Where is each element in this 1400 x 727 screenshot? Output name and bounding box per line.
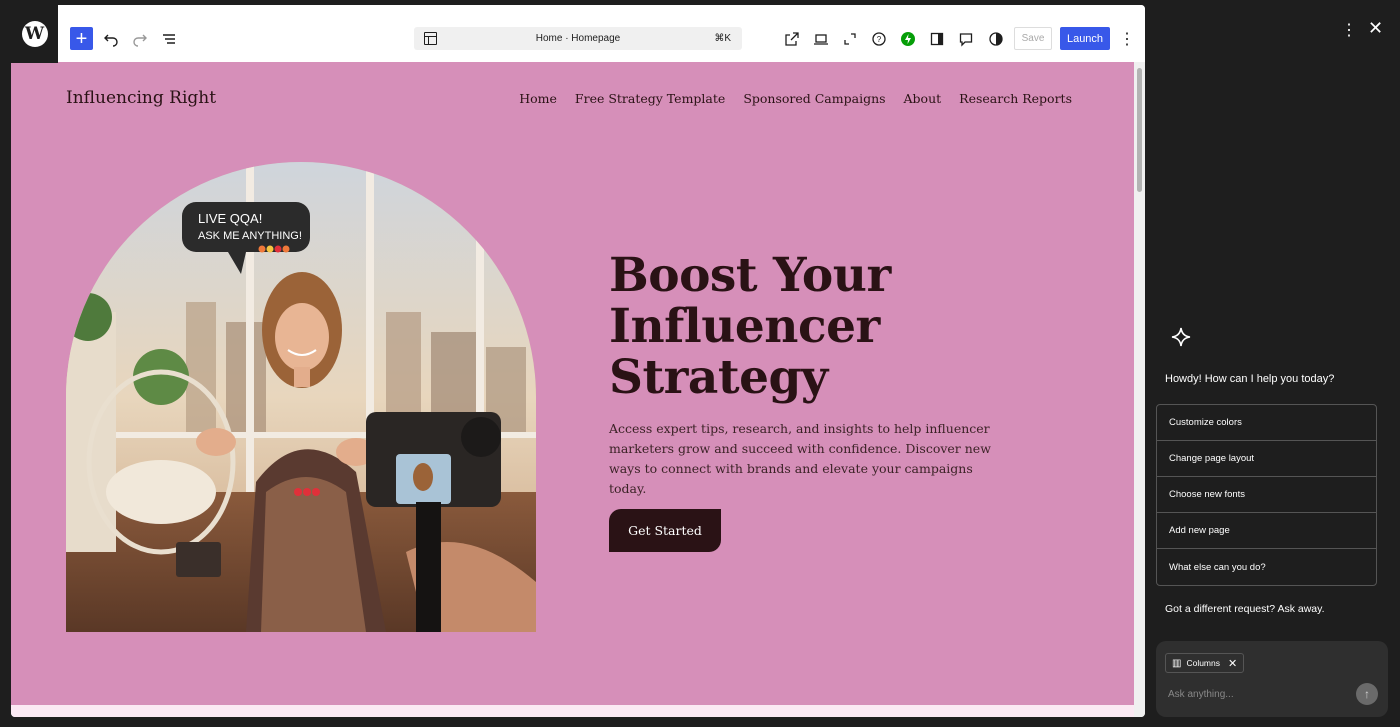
close-icon[interactable]: ✕ xyxy=(1368,18,1383,39)
ask-input[interactable]: Ask anything... xyxy=(1168,689,1234,700)
suggestion-choose-new-fonts[interactable]: Choose new fonts xyxy=(1157,477,1376,513)
fullscreen-icon[interactable] xyxy=(838,27,862,51)
view-external-icon[interactable] xyxy=(780,27,804,51)
jetpack-icon[interactable] xyxy=(896,27,920,51)
canvas-scrollbar[interactable] xyxy=(1134,62,1145,717)
panel-options-icon[interactable]: ⋮ xyxy=(1341,20,1357,40)
sparkle-icon xyxy=(1170,326,1192,354)
suggestion-add-new-page[interactable]: Add new page xyxy=(1157,513,1376,549)
chip-label: Columns xyxy=(1186,658,1220,668)
nav-item-about[interactable]: About xyxy=(904,91,942,106)
document-overview-icon[interactable] xyxy=(157,27,181,51)
wordpress-logo-button[interactable]: W xyxy=(11,5,58,63)
settings-sidebar-icon[interactable] xyxy=(925,27,949,51)
save-button[interactable]: Save xyxy=(1014,27,1052,50)
suggestion-list: Customize colors Change page layout Choo… xyxy=(1156,404,1377,586)
nav-item-home[interactable]: Home xyxy=(519,91,557,106)
context-chip[interactable]: ▥ Columns ✕ xyxy=(1165,653,1245,673)
headline-line-3: Strategy xyxy=(609,350,828,405)
editor-toolbar: + Home · Homepage ⌘K ? Save Launch ⋮ xyxy=(11,5,1145,63)
bubble-text-line2: ASK ME ANYTHING! xyxy=(198,230,302,242)
get-started-button[interactable]: Get Started xyxy=(609,509,721,552)
hero-headline: Boost Your Influencer Strategy xyxy=(609,250,891,403)
editor-frame: + Home · Homepage ⌘K ? Save Launch ⋮ Inf… xyxy=(11,5,1145,717)
undo-icon[interactable] xyxy=(99,27,123,51)
help-icon[interactable]: ? xyxy=(867,27,891,51)
nav-item-free-strategy-template[interactable]: Free Strategy Template xyxy=(575,91,725,106)
headline-line-1: Boost Your xyxy=(609,248,891,303)
site-navigation: Home Free Strategy Template Sponsored Ca… xyxy=(519,91,1072,106)
svg-text:?: ? xyxy=(877,35,882,44)
other-request-text: Got a different request? Ask away. xyxy=(1165,603,1325,615)
suggestion-customize-colors[interactable]: Customize colors xyxy=(1157,405,1376,441)
assistant-composer: ▥ Columns ✕ Ask anything... ↑ xyxy=(1156,641,1388,717)
nav-item-sponsored-campaigns[interactable]: Sponsored Campaigns xyxy=(743,91,885,106)
chip-remove-icon[interactable]: ✕ xyxy=(1228,657,1237,670)
wordpress-logo-icon: W xyxy=(21,21,48,47)
headline-line-2: Influencer xyxy=(609,299,880,354)
launch-button[interactable]: Launch xyxy=(1060,27,1110,50)
command-title: Home · Homepage xyxy=(535,33,621,44)
nav-item-research-reports[interactable]: Research Reports xyxy=(959,91,1072,106)
suggestion-change-page-layout[interactable]: Change page layout xyxy=(1157,441,1376,477)
bubble-text-line1: LIVE QQA! xyxy=(198,211,262,226)
assistant-greeting: Howdy! How can I help you today? xyxy=(1165,373,1335,385)
site-title[interactable]: Influencing Right xyxy=(66,88,216,108)
scrollbar-thumb[interactable] xyxy=(1137,68,1142,192)
columns-icon: ▥ xyxy=(1172,657,1182,669)
suggestion-what-else[interactable]: What else can you do? xyxy=(1157,549,1376,585)
redo-icon[interactable] xyxy=(128,27,152,51)
add-block-button[interactable]: + xyxy=(70,27,93,50)
comments-icon[interactable] xyxy=(954,27,978,51)
canvas-footer-strip xyxy=(11,705,1134,717)
command-palette-bar[interactable]: Home · Homepage ⌘K xyxy=(414,27,742,50)
hero-description: Access expert tips, research, and insigh… xyxy=(609,421,991,496)
styles-icon[interactable] xyxy=(984,27,1008,51)
assistant-panel: ⋮ ✕ Howdy! How can I help you today? Cus… xyxy=(1146,0,1400,727)
command-shortcut: ⌘K xyxy=(714,33,731,44)
options-kebab-icon[interactable]: ⋮ xyxy=(1115,27,1139,51)
hero-image[interactable]: LIVE QQA! ASK ME ANYTHING! xyxy=(66,162,536,632)
send-arrow-icon[interactable]: ↑ xyxy=(1356,683,1378,705)
desktop-preview-icon[interactable] xyxy=(809,27,833,51)
page-canvas: Influencing Right Home Free Strategy Tem… xyxy=(11,62,1134,705)
